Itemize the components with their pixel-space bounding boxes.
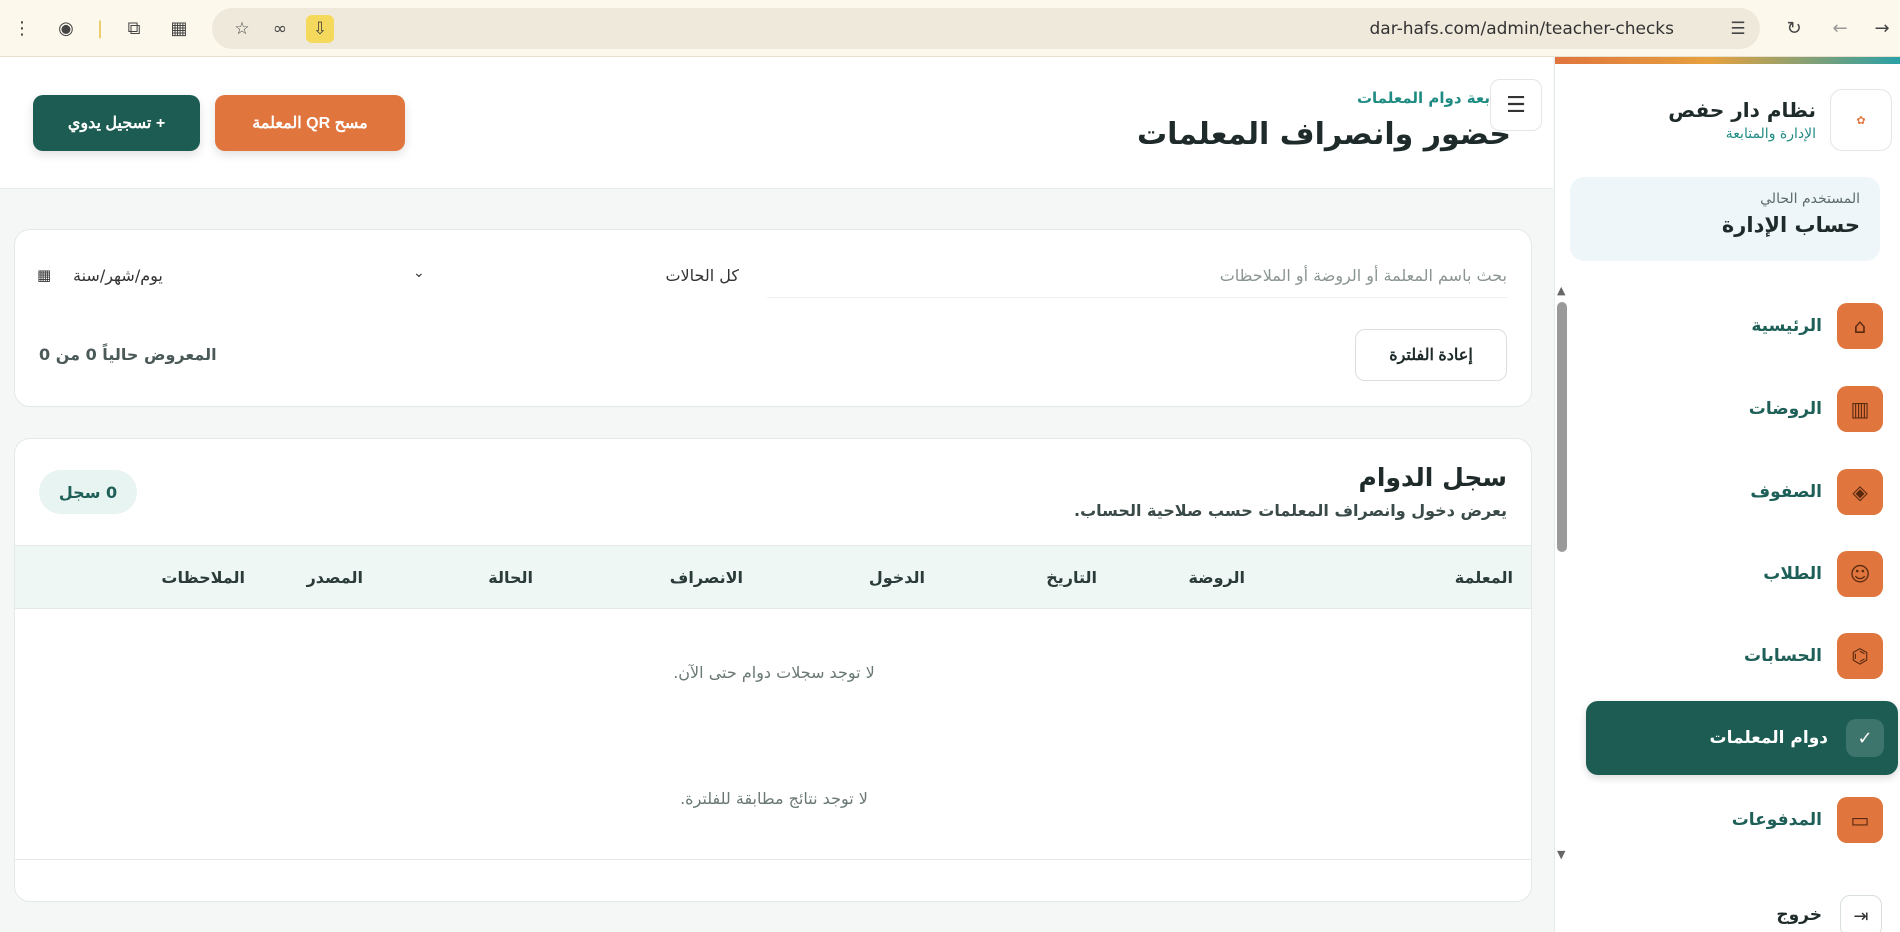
status-select[interactable]: كل الحالات ⌄: [405, 254, 759, 298]
filters-card: بحث باسم المعلمة أو الروضة أو الملاحظات …: [14, 229, 1532, 407]
brand: ✿ نظام دار حفص الإدارة والمتابعة: [1668, 89, 1892, 151]
sidebar-item-classes[interactable]: ◈ الصفوف: [1554, 455, 1900, 529]
brand-title: نظام دار حفص: [1668, 98, 1816, 122]
sidebar-item-home[interactable]: ⌂ الرئيسية: [1554, 289, 1900, 363]
search-input[interactable]: بحث باسم المعلمة أو الروضة أو الملاحظات: [767, 254, 1507, 298]
building-icon: ▥: [1837, 386, 1883, 432]
sidebar-item-accounts[interactable]: ⌬ الحسابات: [1554, 619, 1900, 693]
chevron-down-icon: ⌄: [413, 265, 425, 281]
reading-mode-icon[interactable]: ∞: [266, 15, 294, 43]
column-header-teacher[interactable]: المعلمة: [1455, 568, 1513, 587]
sidebar-item-label: الصفوف: [1750, 482, 1822, 502]
sidebar-item-label: دوام المعلمات: [1709, 728, 1828, 748]
reset-filters-button[interactable]: إعادة الفلترة: [1355, 329, 1507, 381]
column-header-source[interactable]: المصدر: [307, 568, 363, 587]
url-text[interactable]: dar-hafs.com/admin/teacher-checks: [1370, 19, 1675, 39]
sidebar-item-label: الحسابات: [1744, 646, 1822, 666]
logout-icon: ⇥: [1840, 895, 1882, 932]
divider-icon: |: [96, 17, 104, 39]
sidebar-item-label: الرئيسية: [1751, 316, 1822, 336]
user-name: حساب الإدارة: [1721, 213, 1860, 237]
brand-subtitle: الإدارة والمتابعة: [1725, 126, 1816, 142]
install-app-icon[interactable]: ⇩: [306, 15, 334, 43]
column-header-status[interactable]: الحالة: [488, 568, 533, 587]
sidebar-item-teacher-attendance[interactable]: ✓ دوام المعلمات: [1586, 701, 1898, 775]
sidebar-item-payments[interactable]: ▭ المدفوعات: [1554, 783, 1900, 857]
logout-button[interactable]: ⇥ خروج: [1776, 895, 1882, 932]
manual-entry-button[interactable]: + تسجيل يدوي: [33, 95, 200, 151]
sidebar-item-label: الروضات: [1748, 399, 1822, 419]
users-icon: ☺: [1837, 551, 1883, 597]
date-input[interactable]: يوم/شهر/سنة ▦: [37, 254, 393, 298]
sidebar-item-students[interactable]: ☺ الطلاب: [1554, 537, 1900, 611]
empty-records-message: لا توجد سجلات دوام حتى الآن.: [673, 663, 875, 682]
records-subtitle: يعرض دخول وانصراف المعلمات حسب صلاحية ال…: [1073, 501, 1507, 520]
site-settings-icon[interactable]: ☰: [1724, 15, 1752, 43]
column-header-notes[interactable]: الملاحظات: [161, 568, 245, 587]
column-header-kindergarten[interactable]: الروضة: [1188, 568, 1245, 587]
calendar-icon[interactable]: ▦: [37, 266, 51, 284]
page-eyebrow: متابعة دوام المعلمات: [1356, 89, 1511, 107]
main-scrollbar[interactable]: ▲ ▼: [1552, 284, 1574, 864]
scroll-up-arrow-icon[interactable]: ▲: [1557, 284, 1565, 297]
records-title: سجل الدوام: [1358, 463, 1507, 492]
page-header: متابعة دوام المعلمات حضور وانصراف المعلم…: [0, 57, 1553, 189]
check-circle-icon: ✓: [1846, 719, 1884, 757]
scan-qr-button[interactable]: مسح QR المعلمة: [215, 95, 405, 151]
sidebar-item-label: المدفوعات: [1731, 810, 1822, 830]
logout-label: خروج: [1776, 905, 1822, 925]
logo-icon: ✿: [1830, 89, 1892, 151]
table-footer-divider: [15, 859, 1531, 860]
address-bar[interactable]: ☆ ∞ ⇩ dar-hafs.com/admin/teacher-checks …: [212, 8, 1760, 49]
column-header-date[interactable]: التاريخ: [1046, 568, 1097, 587]
scrollbar-thumb[interactable]: [1557, 302, 1567, 552]
menu-toggle-button[interactable]: ☰: [1490, 79, 1542, 131]
chrome-extension-icon[interactable]: ◉: [52, 14, 80, 42]
records-count-badge: 0 سجل: [39, 470, 137, 514]
sidebar-item-kindergartens[interactable]: ▥ الروضات: [1554, 372, 1900, 446]
reload-icon[interactable]: ↻: [1780, 14, 1808, 42]
scroll-down-arrow-icon[interactable]: ▼: [1557, 848, 1565, 861]
column-header-check-out[interactable]: الانصراف: [670, 568, 743, 587]
browser-toolbar: ⋮ ◉ | ⧉ ▦ ☆ ∞ ⇩ dar-hafs.com/admin/teach…: [0, 0, 1900, 57]
status-select-value: كل الحالات: [665, 266, 739, 285]
main-content: متابعة دوام المعلمات حضور وانصراف المعلم…: [0, 57, 1553, 932]
qr-code-icon[interactable]: ▦: [165, 14, 193, 42]
puzzle-extension-icon[interactable]: ⧉: [120, 14, 148, 42]
hamburger-menu-icon: ☰: [1506, 92, 1526, 118]
date-placeholder: يوم/شهر/سنة: [73, 266, 163, 285]
sidebar-item-label: الطلاب: [1763, 564, 1822, 584]
shown-count-text: المعروض حالياً 0 من 0: [39, 345, 217, 364]
attendance-records-card: سجل الدوام يعرض دخول وانصراف المعلمات حس…: [14, 438, 1532, 902]
forward-arrow-icon[interactable]: →: [1868, 14, 1896, 42]
credit-card-icon: ▭: [1837, 797, 1883, 843]
bookmark-star-icon[interactable]: ☆: [228, 15, 256, 43]
home-icon: ⌂: [1837, 303, 1883, 349]
back-arrow-icon[interactable]: ←: [1826, 14, 1854, 42]
graduation-cap-icon: ⌬: [1837, 633, 1883, 679]
no-match-message: لا توجد نتائج مطابقة للفلترة.: [680, 789, 868, 808]
page-title: حضور وانصراف المعلمات: [1136, 117, 1511, 152]
table-header: المعلمة الروضة التاريخ الدخول الانصراف ا…: [15, 545, 1531, 609]
user-label: المستخدم الحالي: [1760, 191, 1860, 207]
sidebar-accent-bar: [1555, 57, 1900, 64]
sidebar: ✿ نظام دار حفص الإدارة والمتابعة المستخد…: [1554, 57, 1900, 932]
current-user-card: المستخدم الحالي حساب الإدارة: [1570, 177, 1880, 261]
layers-icon: ◈: [1837, 469, 1883, 515]
column-header-check-in[interactable]: الدخول: [869, 568, 925, 587]
more-options-icon[interactable]: ⋮: [8, 14, 36, 42]
